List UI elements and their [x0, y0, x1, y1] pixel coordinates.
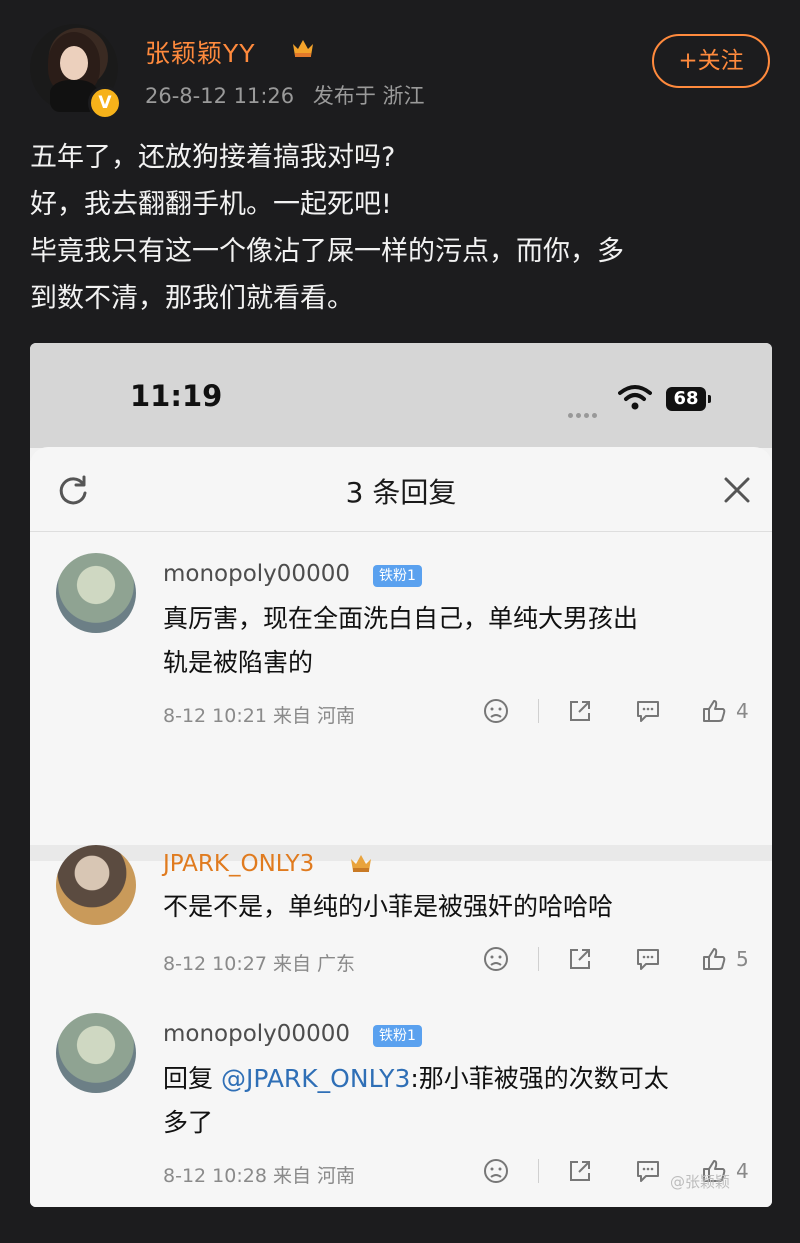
wifi-icon	[618, 385, 652, 410]
mention-link[interactable]: @JPARK_ONLY3	[221, 1064, 410, 1093]
comment-meta: 8-12 10:27 来自 广东	[163, 953, 355, 975]
phone-status-bar: 11:19 68	[30, 343, 772, 448]
signal-dots-icon	[568, 403, 608, 418]
comment-icon[interactable]	[634, 697, 662, 725]
poster-username[interactable]: 张颖颖YY	[145, 34, 256, 70]
post-location: 发布于 浙江	[312, 84, 425, 108]
comment-line: :那小菲被强的次数可太	[410, 1064, 669, 1093]
commenter-avatar[interactable]	[56, 1013, 136, 1093]
comment-text: 真厉害，现在全面洗白自己，单纯大男孩出 轨是被陷害的	[163, 597, 753, 685]
comment-icon[interactable]	[634, 945, 662, 973]
comment-icon[interactable]	[634, 1157, 662, 1185]
divider	[30, 531, 772, 532]
share-icon[interactable]	[566, 697, 594, 725]
sheet-title: 3 条回复	[345, 476, 457, 509]
fan-badge: 铁粉1	[373, 1025, 422, 1047]
verified-badge: V	[88, 86, 122, 120]
commenter-name[interactable]: JPARK_ONLY3	[163, 851, 314, 877]
crown-icon	[293, 40, 313, 57]
comment-line: 不是不是，单纯的小菲是被强奸的哈哈哈	[163, 892, 614, 921]
post-line: 毕竟我只有这一个像沾了屎一样的污点，而你，多	[30, 236, 624, 267]
comment-line: 轨是被陷害的	[163, 648, 314, 677]
like-count: 4	[736, 1159, 749, 1183]
commenter-avatar[interactable]	[56, 553, 136, 633]
close-icon[interactable]	[722, 475, 752, 505]
dislike-face-icon[interactable]	[482, 697, 510, 725]
dislike-face-icon[interactable]	[482, 945, 510, 973]
fan-badge: 铁粉1	[373, 565, 422, 587]
battery-icon: 68	[666, 387, 711, 411]
follow-button[interactable]: +关注	[652, 34, 770, 88]
comment-line: 真厉害，现在全面洗白自己，单纯大男孩出	[163, 604, 639, 633]
dislike-face-icon[interactable]	[482, 1157, 510, 1185]
share-icon[interactable]	[566, 1157, 594, 1185]
like-icon[interactable]	[700, 945, 728, 973]
crown-icon	[351, 855, 371, 872]
replies-sheet: 3 条回复 monopoly00000 铁粉1 真厉害，现在全面洗白自己，单纯大…	[30, 447, 772, 1207]
section-separator	[30, 845, 772, 861]
embedded-screenshot[interactable]: 11:19 68 3 条回复 monopoly00000 铁粉1 真厉害，现在全…	[30, 343, 772, 1207]
divider	[538, 1159, 539, 1183]
like-icon[interactable]	[700, 697, 728, 725]
comment-meta: 8-12 10:21 来自 河南	[163, 705, 355, 727]
commenter-avatar[interactable]	[56, 845, 136, 925]
comment-meta: 8-12 10:28 来自 河南	[163, 1165, 355, 1187]
commenter-name[interactable]: monopoly00000	[163, 561, 350, 587]
reply-prefix: 回复	[163, 1064, 214, 1093]
post-meta: 26-8-12 11:26 发布于 浙江	[145, 80, 425, 110]
like-count: 5	[736, 947, 749, 971]
divider	[538, 947, 539, 971]
status-time: 11:19	[130, 379, 223, 413]
watermark: @张颖颖	[670, 1173, 731, 1191]
post-line: 五年了，还放狗接着搞我对吗?	[30, 142, 396, 173]
post-body: 五年了，还放狗接着搞我对吗? 好，我去翻翻手机。一起死吧! 毕竟我只有这一个像沾…	[30, 134, 770, 322]
post-timestamp: 26-8-12 11:26	[145, 84, 295, 108]
divider	[538, 699, 539, 723]
share-icon[interactable]	[566, 945, 594, 973]
commenter-name[interactable]: monopoly00000	[163, 1021, 350, 1047]
comment-text: 回复 @JPARK_ONLY3:那小菲被强的次数可太 多了	[163, 1057, 753, 1145]
post-line: 好，我去翻翻手机。一起死吧!	[30, 189, 392, 220]
post-line: 到数不清，那我们就看看。	[30, 283, 354, 314]
comment-line: 多了	[163, 1108, 214, 1137]
comment-text: 不是不是，单纯的小菲是被强奸的哈哈哈	[163, 885, 753, 929]
like-count: 4	[736, 699, 749, 723]
